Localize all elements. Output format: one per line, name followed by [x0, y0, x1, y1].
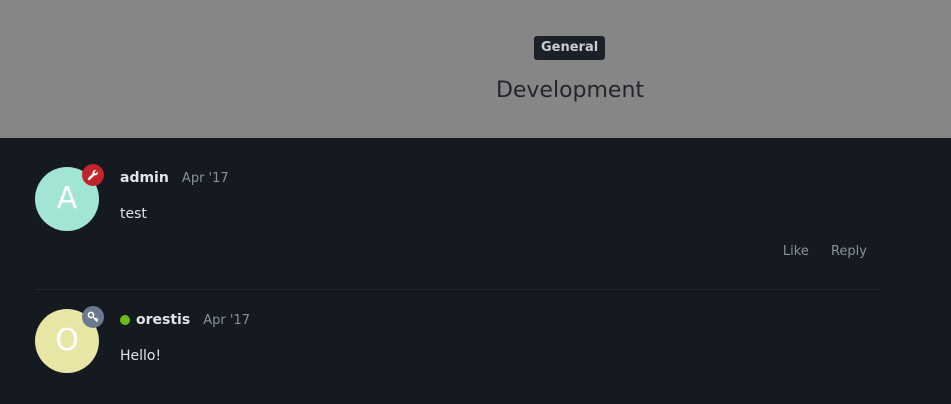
- username[interactable]: admin: [120, 170, 169, 186]
- username[interactable]: orestis: [136, 312, 190, 328]
- post-actions: Like Reply: [783, 244, 867, 259]
- post-meta: admin Apr '17: [120, 168, 229, 186]
- topic-title: Development: [495, 78, 645, 103]
- post-body: Hello!: [120, 348, 162, 364]
- online-status-icon: [120, 315, 130, 325]
- wrench-icon: [82, 164, 104, 186]
- reply-button[interactable]: Reply: [831, 244, 867, 259]
- post-body: test: [120, 206, 147, 222]
- post-divider: [35, 289, 880, 290]
- post-date[interactable]: Apr '17: [182, 171, 229, 186]
- post-date[interactable]: Apr '17: [203, 313, 250, 328]
- post-meta: orestis Apr '17: [120, 310, 250, 328]
- category-badge[interactable]: General: [534, 36, 606, 60]
- like-button[interactable]: Like: [783, 244, 809, 259]
- key-icon: [82, 306, 104, 328]
- topic-header: General Development: [0, 0, 951, 138]
